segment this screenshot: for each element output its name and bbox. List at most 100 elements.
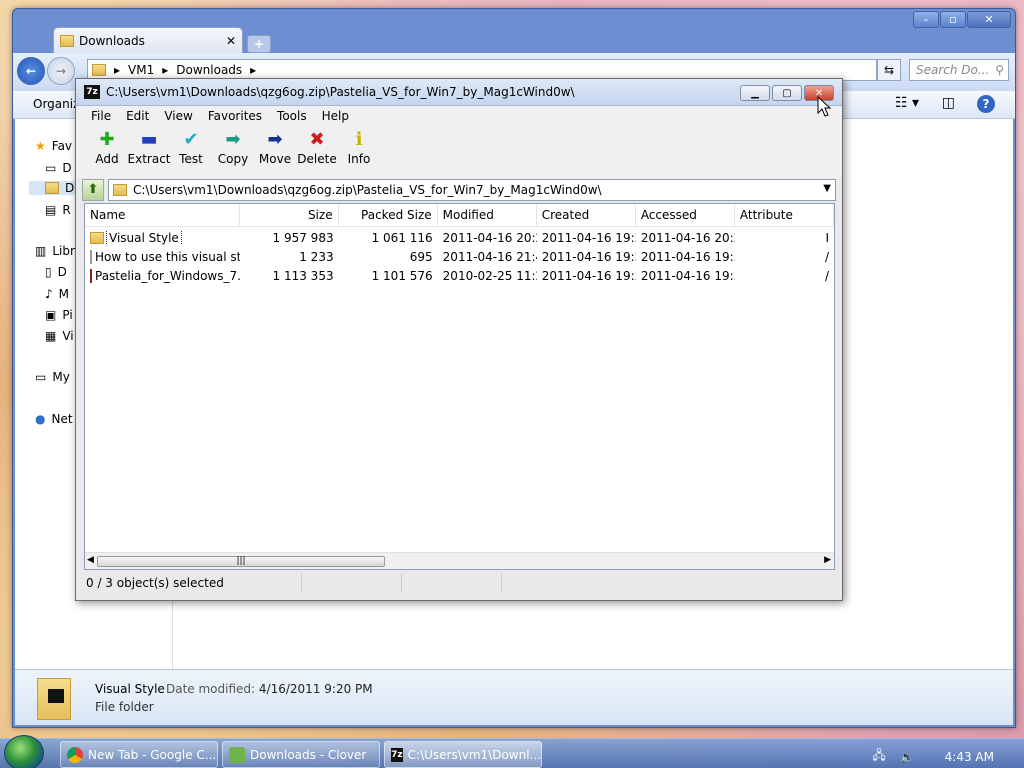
back-button[interactable]: ← [17,57,45,85]
chevron-right-icon: ▸ [162,63,169,77]
list-header: Name Size Packed Size Modified Created A… [85,204,834,227]
nav-item-pictures[interactable]: ▣ Pi [45,308,73,322]
menu-tools[interactable]: Tools [270,109,315,123]
nav-item-libraries[interactable]: ▥ Libr [35,244,75,258]
documents-icon: ▯ [45,265,52,279]
scroll-left-icon[interactable]: ◀ [87,555,94,565]
task-7zip[interactable]: 7z C:\Users\vm1\Downl... [384,741,542,768]
row-created: 2011-04-16 19:54 [541,249,636,264]
start-button[interactable] [4,735,44,768]
close-tab-icon[interactable]: ✕ [226,34,236,48]
list-row[interactable]: How to use this visual st... 1 233 695 2… [85,247,834,266]
menu-file[interactable]: File [84,109,119,123]
column-accessed[interactable]: Accessed [636,204,735,227]
chevron-right-icon: ▸ [114,63,121,77]
nav-item-my-computer[interactable]: ▭ My [35,370,70,384]
sevenzip-titlebar[interactable]: 7z C:\Users\vm1\Downloads\qzg6og.zip\Pas… [76,79,842,106]
nav-item-videos[interactable]: ▦ Vi [45,329,74,343]
nav-item-network[interactable]: ● Net [35,412,73,426]
maximize-button[interactable]: ▢ [772,85,802,101]
network-tray-icon[interactable]: 🖧 [872,746,885,767]
minimize-button[interactable]: – [913,11,939,28]
menu-help[interactable]: Help [315,109,357,123]
copy-button[interactable]: ➡ Copy [212,126,254,174]
column-size[interactable]: Size [240,204,339,227]
list-row[interactable]: Visual Style 1 957 983 1 061 116 2011-04… [85,228,834,247]
column-modified[interactable]: Modified [438,204,537,227]
status-bar: 0 / 3 object(s) selected [84,573,835,593]
music-icon: ♪ [45,287,53,301]
nav-item-desktop[interactable]: ▭ D [45,161,72,175]
maximize-button[interactable]: ▫ [940,11,966,28]
column-created[interactable]: Created [537,204,636,227]
folder-icon [90,231,104,244]
volume-icon[interactable]: 🔈 [900,750,915,764]
taskbar: New Tab - Google C... Downloads - Clover… [0,735,1024,768]
nav-item-documents[interactable]: ▯ D [45,265,67,279]
info-button[interactable]: ℹ Info [338,126,380,174]
folder-icon [45,182,59,194]
task-clover[interactable]: Downloads - Clover [222,741,380,768]
preview-pane-icon[interactable]: ◫ [942,95,955,111]
delete-button[interactable]: ✖ Delete [296,126,338,174]
recent-icon: ▤ [45,203,57,217]
system-tray: 🖧 🔈 4:43 AM [872,746,1014,767]
up-folder-button[interactable]: ⬆ [82,178,104,201]
clock[interactable]: 4:43 AM [945,750,994,764]
path-combobox[interactable]: C:\Users\vm1\Downloads\qzg6og.zip\Pastel… [108,178,836,201]
organize-button[interactable]: Organiz [33,97,79,111]
tab-label: Downloads [79,33,145,48]
nav-label: Pi [62,308,73,322]
search-input[interactable]: Search Do... ⚲ [909,59,1009,81]
nav-label: Vi [62,329,74,343]
add-button[interactable]: ✚ Add [86,126,128,174]
horizontal-scrollbar[interactable]: ◀ ||| ▶ [85,552,834,569]
list-row[interactable]: Pastelia_for_Windows_7... 1 113 353 1 10… [85,266,834,285]
row-name: How to use this visual st... [95,249,240,264]
button-label: Delete [297,152,337,166]
test-icon: ✔ [183,129,199,150]
column-packed-size[interactable]: Packed Size [339,204,438,227]
details-name: Visual Style [95,682,165,696]
path-text: C:\Users\vm1\Downloads\qzg6og.zip\Pastel… [133,182,602,197]
menu-favorites[interactable]: Favorites [201,109,270,123]
chevron-down-icon[interactable]: ▼ [823,183,831,194]
extract-button[interactable]: ▬ Extract [128,126,171,174]
nav-label: M [58,287,70,301]
breadcrumb-downloads[interactable]: Downloads [176,63,242,77]
row-accessed: 2011-04-16 19:54 [640,268,735,283]
move-button[interactable]: ➡ Move [254,126,296,174]
close-button[interactable]: ✕ [967,11,1011,28]
nav-item-recent[interactable]: ▤ R [45,203,71,217]
minimize-button[interactable]: ▁ [740,85,770,101]
folder-icon [92,64,106,76]
path-bar: ⬆ C:\Users\vm1\Downloads\qzg6og.zip\Past… [82,178,836,201]
nav-item-favorites[interactable]: ★ Fav [35,139,72,153]
views-icon[interactable]: ☷ ▾ [895,95,919,111]
library-icon: ▥ [35,244,47,258]
scrollbar-thumb[interactable]: ||| [97,556,385,567]
column-name[interactable]: Name [85,204,240,227]
details-type: File folder [95,700,154,714]
row-size: 1 113 353 [272,268,334,283]
chrome-icon [67,746,83,763]
nav-item-music[interactable]: ♪ M [45,287,69,301]
task-chrome[interactable]: New Tab - Google C... [60,741,218,768]
column-attributes[interactable]: Attribute [735,204,834,227]
nav-label: D [65,181,75,195]
clover-icon [229,746,245,763]
menu-edit[interactable]: Edit [119,109,157,123]
folder-thumbnail-icon [37,678,71,720]
new-tab-button[interactable]: + [247,35,271,53]
tab-downloads[interactable]: Downloads ✕ [53,27,243,53]
row-name: Pastelia_for_Windows_7... [95,268,240,283]
task-label: Downloads - Clover [250,747,367,762]
breadcrumb-vm1[interactable]: VM1 [128,63,154,77]
forward-button[interactable]: → [47,57,75,85]
help-icon[interactable]: ? [977,95,995,113]
pictures-icon: ▣ [45,308,57,322]
scroll-right-icon[interactable]: ▶ [824,555,831,565]
test-button[interactable]: ✔ Test [170,126,212,174]
refresh-button[interactable]: ⇆ [877,59,901,81]
menu-view[interactable]: View [157,109,200,123]
